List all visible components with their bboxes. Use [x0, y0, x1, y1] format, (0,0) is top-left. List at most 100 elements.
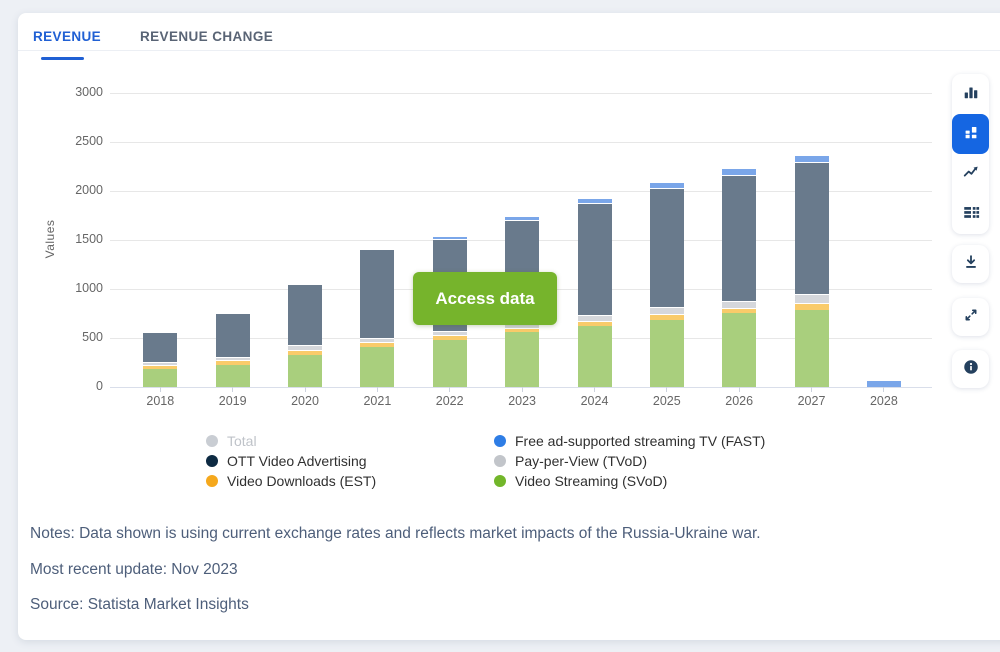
bar-segment[interactable]	[795, 155, 829, 162]
gridline-2500	[110, 142, 932, 143]
access-data-button[interactable]: Access data	[413, 272, 557, 325]
bar-segment[interactable]	[143, 369, 177, 387]
x-tick-label: 2027	[782, 394, 842, 408]
bar-segment[interactable]	[650, 188, 684, 307]
bar-segment[interactable]	[216, 313, 250, 357]
legend-dot	[494, 475, 506, 487]
info-button[interactable]	[952, 350, 989, 388]
tab-bar-divider	[18, 50, 1000, 51]
bar-segment[interactable]	[650, 307, 684, 314]
x-tick-label: 2028	[854, 394, 914, 408]
legend-item-free-ad-supported-streaming-tv-fast-[interactable]: Free ad-supported streaming TV (FAST)	[494, 431, 765, 451]
tab-revenue-change[interactable]: REVENUE CHANGE	[140, 29, 273, 44]
column-chart-button[interactable]	[952, 74, 989, 114]
legend-dot	[206, 455, 218, 467]
y-tick-label: 1500	[40, 232, 103, 246]
x-tick	[305, 387, 306, 392]
legend-dot	[206, 475, 218, 487]
bar-2018[interactable]	[143, 332, 177, 387]
table-view-button[interactable]	[952, 194, 989, 234]
source-text: Source: Statista Market Insights	[30, 596, 249, 614]
bar-segment[interactable]	[288, 355, 322, 387]
legend-item-pay-per-view-tvod-[interactable]: Pay-per-View (TVoD)	[494, 451, 647, 471]
fullscreen-button[interactable]	[952, 298, 989, 336]
y-tick-label: 1000	[40, 281, 103, 295]
bar-2027[interactable]	[795, 155, 829, 387]
legend-label: OTT Video Advertising	[227, 453, 367, 469]
bar-segment[interactable]	[216, 365, 250, 388]
bar-2025[interactable]	[650, 182, 684, 387]
x-tick-label: 2025	[637, 394, 697, 408]
y-tick-label: 500	[40, 330, 103, 344]
tab-revenue[interactable]: REVENUE	[33, 29, 101, 44]
fullscreen-icon	[962, 306, 980, 329]
x-tick	[232, 387, 233, 392]
x-tick-label: 2026	[709, 394, 769, 408]
legend-dot	[206, 435, 218, 447]
y-tick-label: 0	[40, 379, 103, 393]
chart-type-switcher	[952, 74, 989, 234]
bar-segment[interactable]	[288, 284, 322, 345]
bar-2020[interactable]	[288, 284, 322, 387]
legend-item-total[interactable]: Total	[206, 431, 257, 451]
line-chart-button[interactable]	[952, 154, 989, 194]
x-tick	[377, 387, 378, 392]
legend-dot	[494, 455, 506, 467]
x-tick	[449, 387, 450, 392]
x-tick-label: 2021	[347, 394, 407, 408]
line-chart-icon	[962, 163, 980, 186]
bar-segment[interactable]	[360, 347, 394, 387]
bar-2026[interactable]	[722, 168, 756, 387]
bar-2019[interactable]	[216, 313, 250, 387]
stacked-column-chart-icon	[962, 123, 980, 146]
bar-2021[interactable]	[360, 249, 394, 387]
x-tick-label: 2024	[565, 394, 625, 408]
update-text: Most recent update: Nov 2023	[30, 561, 238, 579]
legend-label: Pay-per-View (TVoD)	[515, 453, 647, 469]
x-tick	[739, 387, 740, 392]
bar-segment[interactable]	[578, 326, 612, 387]
bar-segment[interactable]	[795, 162, 829, 294]
download-icon	[962, 253, 980, 276]
x-tick-label: 2018	[130, 394, 190, 408]
bar-segment[interactable]	[795, 294, 829, 303]
bar-segment[interactable]	[360, 249, 394, 338]
bar-segment[interactable]	[505, 332, 539, 387]
notes-text: Notes: Data shown is using current excha…	[30, 525, 761, 543]
bar-segment[interactable]	[650, 320, 684, 387]
legend-item-ott-video-advertising[interactable]: OTT Video Advertising	[206, 451, 367, 471]
bar-segment[interactable]	[143, 332, 177, 362]
info-icon	[962, 358, 980, 381]
active-tab-underline	[41, 57, 84, 60]
x-tick	[160, 387, 161, 392]
legend-label: Free ad-supported streaming TV (FAST)	[515, 433, 765, 449]
bar-segment[interactable]	[722, 313, 756, 387]
y-tick-label: 2000	[40, 183, 103, 197]
legend-label: Video Downloads (EST)	[227, 473, 376, 489]
download-button[interactable]	[952, 245, 989, 283]
bar-segment[interactable]	[722, 301, 756, 308]
bar-segment[interactable]	[722, 175, 756, 301]
y-tick-label: 2500	[40, 134, 103, 148]
bar-2024[interactable]	[578, 198, 612, 387]
x-tick-label: 2023	[492, 394, 552, 408]
x-tick-label: 2019	[203, 394, 263, 408]
gridline-3000	[110, 93, 932, 94]
statista-chart-widget: REVENUEREVENUE CHANGE Values 05001000150…	[0, 0, 1000, 652]
x-tick	[883, 387, 884, 392]
legend-item-video-streaming-svod-[interactable]: Video Streaming (SVoD)	[494, 471, 667, 491]
stacked-column-chart-button[interactable]	[952, 114, 989, 154]
x-tick-label: 2020	[275, 394, 335, 408]
bar-segment[interactable]	[578, 203, 612, 315]
x-tick	[594, 387, 595, 392]
x-tick	[666, 387, 667, 392]
column-chart-icon	[962, 83, 980, 106]
x-tick	[522, 387, 523, 392]
bar-segment[interactable]	[795, 310, 829, 387]
x-tick	[811, 387, 812, 392]
bar-segment[interactable]	[433, 340, 467, 387]
legend-dot	[494, 435, 506, 447]
x-tick-label: 2022	[420, 394, 480, 408]
legend-item-video-downloads-est-[interactable]: Video Downloads (EST)	[206, 471, 376, 491]
legend-label: Video Streaming (SVoD)	[515, 473, 667, 489]
